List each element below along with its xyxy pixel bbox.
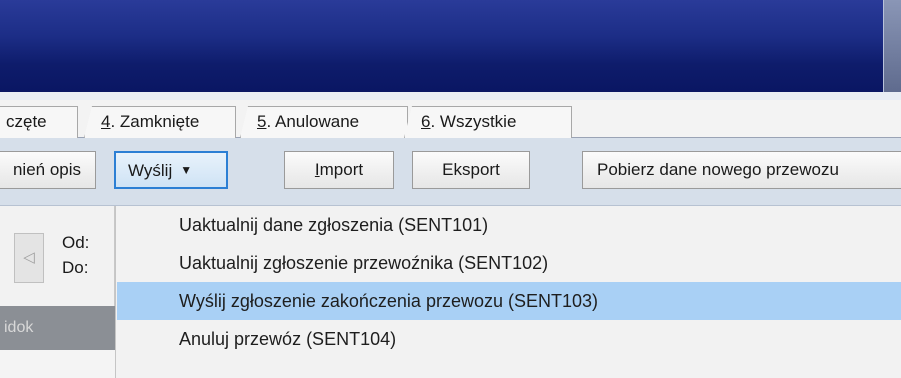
tab-cancelled[interactable]: 5. Anulowane bbox=[240, 106, 408, 138]
arrow-left-icon: ◁ bbox=[23, 249, 35, 266]
view-label: idok bbox=[4, 319, 34, 336]
to-label: Do: bbox=[62, 258, 89, 277]
divider bbox=[0, 92, 901, 100]
tab-started[interactable]: częte bbox=[0, 106, 78, 138]
button-label: nień opis bbox=[12, 160, 82, 179]
button-label: Pobierz dane nowego przewozu bbox=[597, 160, 839, 179]
tab-closed[interactable]: 4. Zamknięte bbox=[84, 106, 236, 138]
fetch-new-transport-button[interactable]: Pobierz dane nowego przewozu bbox=[582, 151, 901, 189]
send-dropdown-button[interactable]: Wyślij ▼ bbox=[114, 151, 228, 189]
view-header[interactable]: idok bbox=[0, 306, 115, 350]
from-label: Od: bbox=[62, 233, 90, 252]
menu-item-send-transport-end[interactable]: Wyślij zgłoszenie zakończenia przewozu (… bbox=[117, 282, 901, 320]
toolbar: nień opis Wyślij ▼ Import Eksport Pobierz… bbox=[0, 138, 901, 206]
menu-item-cancel-transport[interactable]: Anuluj przewóz (SENT104) bbox=[117, 320, 901, 358]
button-label: Eksport bbox=[442, 160, 500, 179]
tab-label: częte bbox=[6, 112, 47, 131]
send-dropdown-menu: Uaktualnij dane zgłoszenia (SENT101) Uak… bbox=[115, 206, 901, 378]
change-description-button[interactable]: nień opis bbox=[0, 151, 96, 189]
previous-period-button[interactable]: ◁ bbox=[14, 233, 44, 283]
title-bar bbox=[0, 0, 901, 92]
menu-item-label: Wyślij zgłoszenie zakończenia przewozu (… bbox=[179, 291, 599, 311]
app-window: częte 4. Zamknięte 5. Anulowane 6. Wszys… bbox=[0, 0, 901, 378]
menu-item-update-carrier-notification[interactable]: Uaktualnij zgłoszenie przewoźnika (SENT1… bbox=[117, 244, 901, 282]
button-label: Wyślij bbox=[128, 161, 173, 180]
import-button[interactable]: Import bbox=[284, 151, 394, 189]
tab-label: . Wszystkie bbox=[430, 112, 517, 131]
chevron-down-icon: ▼ bbox=[180, 163, 193, 177]
window-edge bbox=[883, 0, 901, 92]
button-label: mport bbox=[319, 160, 364, 179]
tab-label: . Anulowane bbox=[266, 112, 360, 131]
tab-all[interactable]: 6. Wszystkie bbox=[404, 106, 572, 138]
tab-label: . Zamknięte bbox=[110, 112, 200, 131]
export-button[interactable]: Eksport bbox=[412, 151, 530, 189]
tab-strip: częte 4. Zamknięte 5. Anulowane 6. Wszys… bbox=[0, 100, 901, 138]
menu-item-label: Uaktualnij zgłoszenie przewoźnika (SENT1… bbox=[179, 253, 549, 273]
menu-item-label: Anuluj przewóz (SENT104) bbox=[179, 329, 397, 349]
menu-item-update-notification[interactable]: Uaktualnij dane zgłoszenia (SENT101) bbox=[117, 206, 901, 244]
menu-item-label: Uaktualnij dane zgłoszenia (SENT101) bbox=[179, 215, 489, 235]
panel-footer bbox=[0, 350, 115, 378]
